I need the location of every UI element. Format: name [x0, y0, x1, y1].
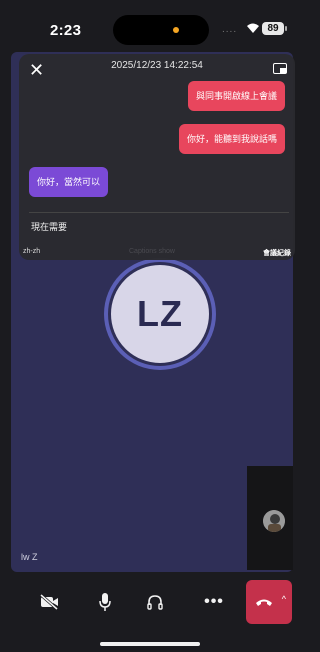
caption-panel: ✕ 2025/12/23 14:22:54 與同事開啟線上會議 你好，能聽到我說… [19, 54, 295, 260]
caption-timestamp: 2025/12/23 14:22:54 [111, 60, 203, 71]
meeting-record-link[interactable]: 會議紀錄 [263, 248, 291, 258]
activity-dot-icon [173, 27, 179, 33]
chevron-up-icon[interactable]: ^ [282, 594, 286, 604]
camera-off-icon[interactable] [37, 590, 61, 614]
status-bar: 2:23 .... 89 [0, 0, 301, 52]
picture-in-picture-icon[interactable] [273, 63, 287, 74]
headphones-icon[interactable] [143, 590, 167, 614]
dynamic-island [113, 15, 209, 45]
home-indicator[interactable] [100, 642, 200, 646]
microphone-icon[interactable] [93, 590, 117, 614]
participant-avatar[interactable]: LZ [108, 262, 212, 366]
battery-icon: 89 [262, 22, 284, 35]
faded-caption-hint: Captions show [129, 248, 175, 255]
more-options-icon[interactable]: ••• [202, 590, 226, 614]
battery-nub [285, 26, 287, 31]
signal-icon: .... [222, 24, 238, 35]
message-bubble-outgoing: 與同事開啟線上會議 [187, 81, 285, 111]
divider [29, 212, 289, 213]
wifi-icon [246, 22, 260, 37]
language-label[interactable]: zh-zh [23, 248, 40, 255]
message-bubble-outgoing: 你好，能聽到我說話嗎 [178, 124, 285, 154]
self-avatar [263, 510, 285, 532]
self-video-tile[interactable] [247, 466, 293, 570]
live-caption-text: 現在需要 [31, 222, 68, 232]
end-call-button[interactable]: ^ [246, 580, 292, 624]
call-controls-bar: ••• ^ [0, 572, 301, 652]
phone-hangup-icon [256, 599, 272, 606]
status-time: 2:23 [50, 22, 82, 39]
message-bubble-incoming: 你好，當然可以 [29, 167, 109, 197]
participant-name: lw Z [21, 552, 38, 562]
